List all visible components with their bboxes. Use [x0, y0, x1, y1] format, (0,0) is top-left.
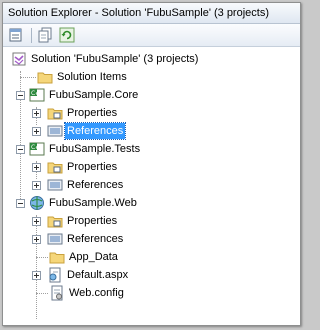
properties-folder-icon — [47, 159, 63, 175]
web-project-icon — [29, 195, 45, 211]
collapse-toggle[interactable] — [16, 91, 25, 100]
window-title: Solution Explorer - Solution 'FubuSample… — [3, 3, 300, 24]
tree-row-properties[interactable]: Properties — [3, 104, 300, 122]
expand-toggle[interactable] — [32, 127, 41, 136]
tree-line — [20, 77, 36, 78]
properties-folder-icon — [47, 105, 63, 121]
expand-toggle[interactable] — [32, 235, 41, 244]
references-icon — [47, 231, 63, 247]
properties-folder-icon — [47, 213, 63, 229]
app-data-label: App_Data — [69, 251, 118, 263]
project-label: FubuSample.Tests — [49, 143, 141, 155]
tree-line — [36, 257, 48, 258]
properties-icon — [9, 28, 22, 42]
expand-toggle[interactable] — [32, 181, 41, 190]
folder-icon — [49, 249, 65, 265]
aspx-file-icon — [47, 267, 63, 283]
tree-row-properties[interactable]: Properties — [3, 158, 300, 176]
refresh-button[interactable] — [58, 26, 76, 44]
svg-text:C#: C# — [31, 144, 40, 151]
folder-icon — [37, 69, 53, 85]
tree-row-properties[interactable]: Properties — [3, 212, 300, 230]
tree-row-references[interactable]: References — [3, 230, 300, 248]
references-label-selected: References — [63, 122, 127, 140]
references-label: References — [67, 179, 124, 191]
expand-toggle[interactable] — [32, 109, 41, 118]
references-icon — [47, 123, 63, 139]
expand-toggle[interactable] — [32, 271, 41, 280]
collapse-toggle[interactable] — [16, 199, 25, 208]
solution-icon — [11, 51, 27, 67]
collapse-toggle[interactable] — [16, 145, 25, 154]
properties-button[interactable] — [7, 26, 25, 44]
default-aspx-label: Default.aspx — [67, 269, 129, 281]
toolbar — [3, 24, 300, 47]
show-all-files-icon — [38, 27, 52, 43]
solution-tree: Solution 'FubuSample' (3 projects) Solut… — [3, 47, 300, 319]
tree-row-references[interactable]: References — [3, 176, 300, 194]
csharp-project-icon: C# — [29, 87, 45, 103]
show-all-files-button[interactable] — [37, 26, 55, 44]
tree-row-project-core[interactable]: C# FubuSample.Core — [3, 86, 300, 104]
references-icon — [47, 177, 63, 193]
web-config-label: Web.config — [69, 287, 124, 299]
tree-row-project-tests[interactable]: C# FubuSample.Tests — [3, 140, 300, 158]
csharp-project-icon: C# — [29, 141, 45, 157]
solution-explorer-window: Solution Explorer - Solution 'FubuSample… — [2, 2, 301, 326]
tree-row-project-web[interactable]: FubuSample.Web — [3, 194, 300, 212]
tree-line — [36, 293, 48, 294]
tree-row-solution[interactable]: Solution 'FubuSample' (3 projects) — [3, 50, 300, 68]
config-file-icon — [49, 285, 65, 301]
properties-label: Properties — [67, 107, 118, 119]
tree-row-app-data[interactable]: App_Data — [3, 248, 300, 266]
solution-items-label: Solution Items — [57, 71, 127, 83]
tree-row-solution-items[interactable]: Solution Items — [3, 68, 300, 86]
project-label: FubuSample.Core — [49, 89, 139, 101]
project-label: FubuSample.Web — [49, 197, 137, 209]
solution-label: Solution 'FubuSample' (3 projects) — [31, 53, 199, 65]
tree-row-references[interactable]: References — [3, 122, 300, 140]
properties-label: Properties — [67, 215, 118, 227]
properties-label: Properties — [67, 161, 118, 173]
expand-toggle[interactable] — [32, 217, 41, 226]
expand-toggle[interactable] — [32, 163, 41, 172]
refresh-icon — [59, 27, 75, 43]
tree-row-web-config[interactable]: Web.config — [3, 284, 300, 302]
tree-row-default-aspx[interactable]: Default.aspx — [3, 266, 300, 284]
references-label: References — [67, 233, 124, 245]
toolbar-separator — [31, 27, 32, 43]
svg-text:C#: C# — [31, 90, 40, 97]
